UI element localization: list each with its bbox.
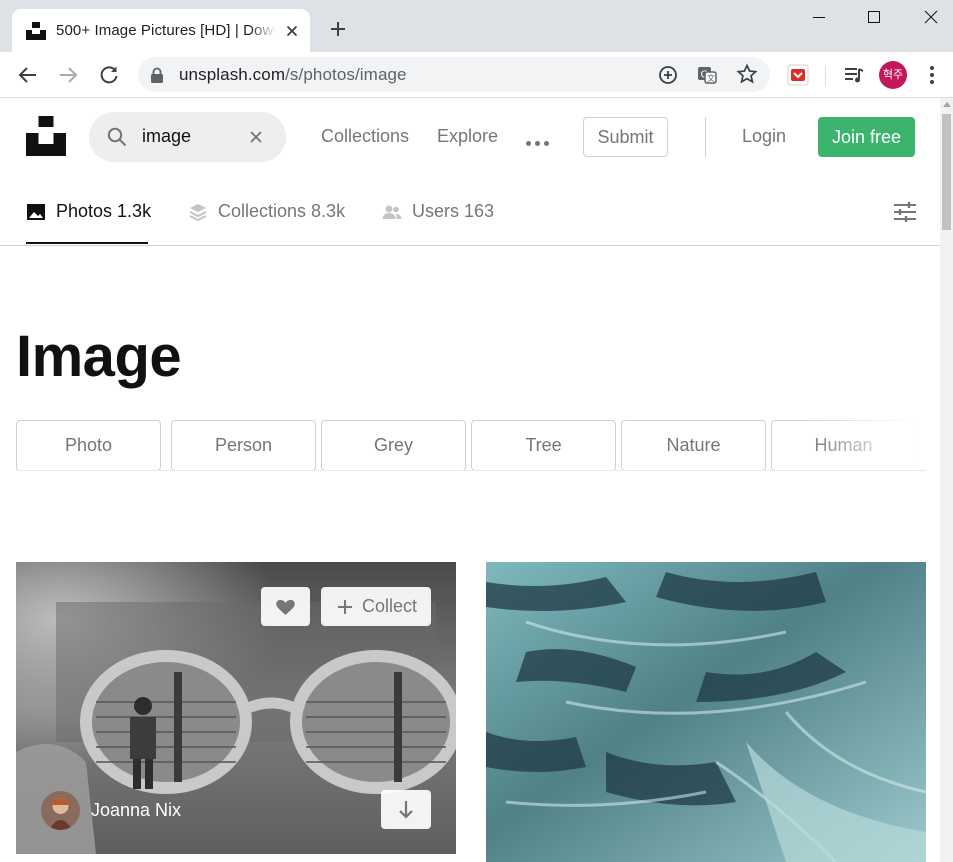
tags-bottom-rule	[16, 470, 926, 471]
tag-chip[interactable]: Nature	[621, 420, 766, 471]
forward-arrow-icon[interactable]	[56, 63, 80, 87]
tag-chip[interactable]: Person	[171, 420, 316, 471]
users-icon	[382, 205, 402, 219]
toolbar-divider	[825, 66, 826, 86]
close-window-icon[interactable]	[918, 4, 944, 30]
browser-toolbar: unsplash.com/s/photos/image G 文	[0, 52, 953, 98]
tag-chip[interactable]: Photo	[16, 420, 161, 471]
tags-fade	[806, 420, 926, 471]
search-icon[interactable]	[107, 127, 127, 147]
minimize-icon[interactable]	[806, 4, 832, 30]
submit-button[interactable]: Submit	[583, 117, 668, 157]
login-link[interactable]: Login	[742, 126, 786, 147]
plus-icon	[338, 600, 352, 614]
search-bar[interactable]	[89, 112, 286, 162]
translate-icon[interactable]: G 文	[696, 64, 718, 86]
author-avatar[interactable]	[41, 791, 80, 830]
maximize-icon[interactable]	[861, 4, 887, 30]
collect-button[interactable]: Collect	[321, 587, 431, 626]
scrollbar-thumb[interactable]	[942, 114, 951, 230]
photo-card[interactable]	[486, 562, 926, 862]
download-button[interactable]	[381, 790, 431, 829]
tab-close-icon[interactable]	[282, 21, 302, 41]
author-name[interactable]: Joanna Nix	[91, 800, 181, 821]
tab-users[interactable]: Users 163	[382, 201, 494, 222]
search-input[interactable]	[142, 126, 242, 147]
profile-avatar[interactable]: 혁주	[879, 61, 907, 89]
tab-collections[interactable]: Collections 8.3k	[188, 201, 345, 222]
browser-tab[interactable]: 500+ Image Pictures [HD] | Download Free…	[12, 9, 310, 52]
download-arrow-icon	[399, 801, 413, 819]
filter-sliders-icon[interactable]	[893, 200, 917, 224]
clear-search-icon[interactable]	[246, 127, 266, 147]
browser-window: 500+ Image Pictures [HD] | Download Free…	[0, 0, 953, 862]
page-title: Image	[16, 324, 182, 389]
related-tags: Photo Person Grey Tree Nature Human	[16, 420, 926, 471]
search-type-tabs: Photos 1.3k Collections 8.3k Users 163	[0, 180, 940, 246]
scroll-up-arrow-icon[interactable]	[943, 102, 951, 107]
pocket-extension-icon[interactable]	[786, 63, 810, 87]
photo-card[interactable]: Collect Joanna Nix	[16, 562, 456, 854]
photo-icon	[27, 204, 45, 220]
nav-collections[interactable]: Collections	[321, 126, 409, 147]
nav-explore[interactable]: Explore	[437, 126, 498, 147]
tag-chip[interactable]: Grey	[321, 420, 466, 471]
back-arrow-icon[interactable]	[16, 63, 40, 87]
unsplash-logo[interactable]	[26, 116, 66, 156]
tab-photos[interactable]: Photos 1.3k	[26, 201, 151, 222]
photo-aerial-ice-image	[486, 562, 926, 862]
add-bookmark-circle-icon[interactable]	[657, 64, 679, 86]
lock-icon[interactable]	[150, 67, 164, 83]
vertical-scrollbar[interactable]	[940, 98, 953, 862]
header-divider	[705, 117, 706, 157]
tag-chip[interactable]: Tree	[471, 420, 616, 471]
address-bar[interactable]: unsplash.com/s/photos/image G 文	[138, 57, 770, 92]
layers-icon	[189, 204, 207, 222]
heart-icon	[276, 599, 295, 615]
browser-menu-icon[interactable]	[926, 64, 938, 86]
reload-icon[interactable]	[97, 63, 121, 87]
more-options-icon[interactable]	[526, 133, 553, 151]
star-bookmark-icon[interactable]	[736, 63, 758, 85]
media-queue-icon[interactable]	[842, 63, 866, 87]
tab-title: 500+ Image Pictures [HD] | Download Free…	[56, 22, 276, 39]
new-tab-icon[interactable]	[326, 17, 350, 41]
unsplash-page: Collections Explore Submit Login Join fr…	[0, 98, 940, 862]
url-text[interactable]: unsplash.com/s/photos/image	[179, 65, 407, 85]
svg-text:文: 文	[707, 73, 715, 83]
tab-strip: 500+ Image Pictures [HD] | Download Free…	[0, 0, 953, 52]
like-button[interactable]	[261, 587, 310, 626]
unsplash-favicon	[26, 22, 46, 40]
join-free-button[interactable]: Join free	[818, 117, 915, 157]
active-tab-underline	[26, 242, 148, 244]
